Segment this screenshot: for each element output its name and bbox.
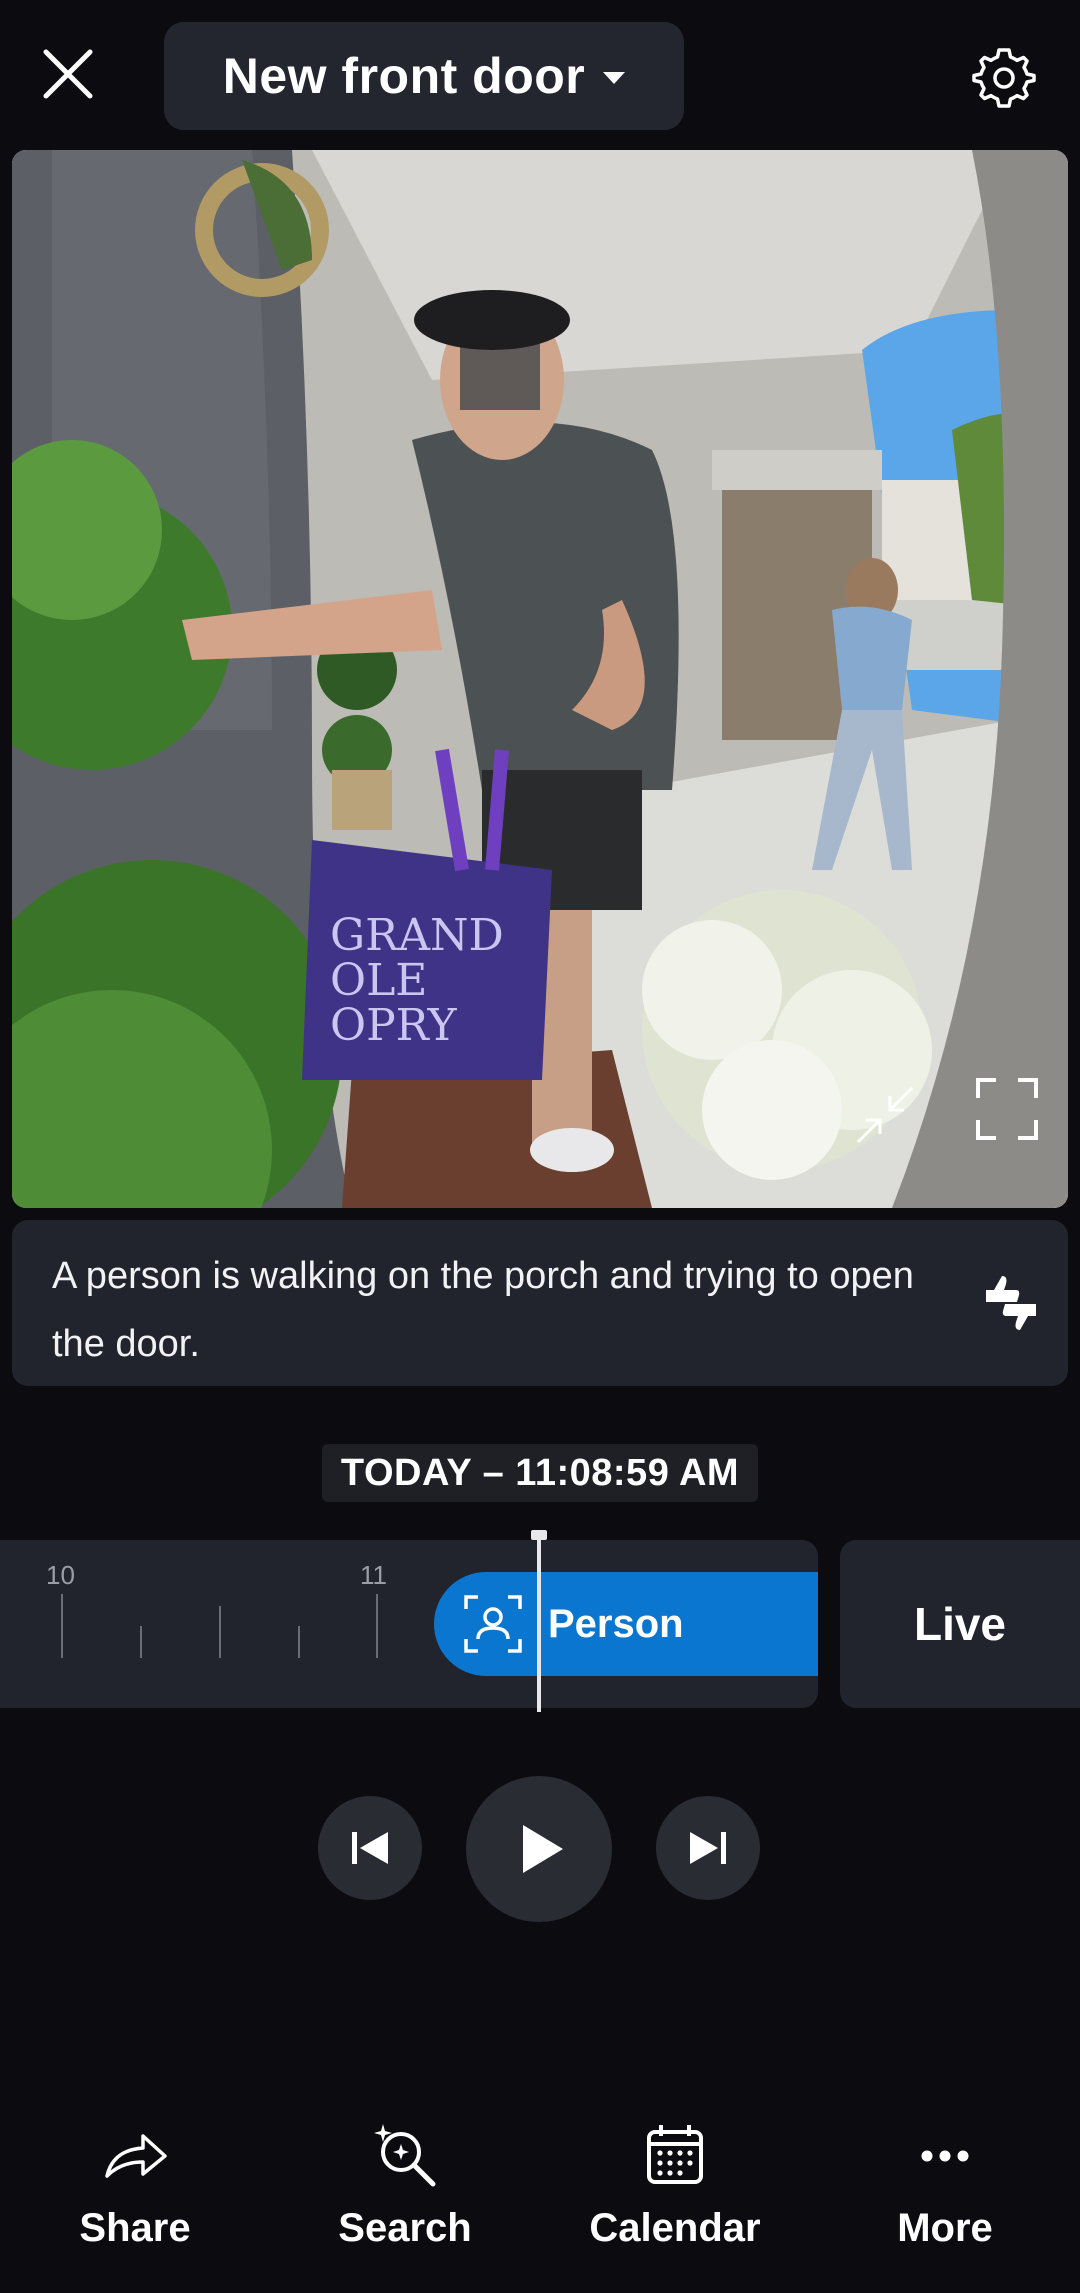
share-icon [105,2134,167,2178]
timestamp-label: TODAY – 11:08:59 AM [322,1444,758,1502]
skip-next-icon [690,1832,726,1864]
search-label: Search [338,2206,472,2250]
thumbs-feedback-icon [986,1276,1036,1330]
event-timeline[interactable]: 10 11 Person [0,1540,818,1708]
next-event-button[interactable] [656,1796,760,1900]
close-button[interactable] [36,42,100,106]
person-event-marker[interactable]: Person [434,1572,818,1676]
event-type-label: Person [548,1601,684,1646]
play-icon [523,1825,563,1873]
more-label: More [897,2206,993,2250]
top-bar: New front door [0,0,1080,150]
fullscreen-icon[interactable] [974,1076,1040,1142]
skip-previous-icon [352,1832,388,1864]
live-button[interactable]: Live [840,1540,1080,1708]
timeline-tick [219,1606,221,1658]
play-button[interactable] [466,1776,612,1922]
timeline-hour-label: 10 [46,1560,75,1590]
playhead[interactable] [537,1534,541,1712]
calendar-button[interactable]: Calendar [565,2120,785,2260]
previous-event-button[interactable] [318,1796,422,1900]
timeline-hour-label: 11 [360,1560,387,1590]
search-button[interactable]: Search [295,2120,515,2260]
share-label: Share [79,2206,191,2250]
more-icon [921,2150,969,2162]
share-button[interactable]: Share [25,2120,245,2260]
more-button[interactable]: More [835,2120,1055,2260]
bag-print-line-3: OPRY [330,1000,457,1051]
camera-snapshot: GRAND OLE OPRY [12,150,1068,1208]
feedback-button[interactable] [980,1272,1042,1334]
timeline-tick [376,1594,378,1658]
calendar-icon [647,2125,703,2184]
event-description-card: A person is walking on the porch and try… [12,1220,1068,1386]
chevron-down-icon [603,72,626,84]
collapse-icon[interactable] [852,1082,918,1148]
close-icon [43,49,93,99]
gear-icon [972,48,1036,108]
camera-title: New front door [222,48,586,104]
timeline-tick [298,1626,300,1658]
calendar-label: Calendar [589,2206,761,2250]
timeline-tick [140,1626,142,1658]
person-icon [464,1595,522,1653]
timeline-tick [61,1594,63,1658]
settings-button[interactable] [972,44,1036,108]
smart-search-icon [374,2124,436,2187]
bag-print-line-2: OLE [330,955,427,1006]
event-description: A person is walking on the porch and try… [52,1255,914,1365]
video-player[interactable]: GRAND OLE OPRY [12,150,1068,1208]
camera-selector[interactable]: New front door [164,22,684,130]
bag-print-line-1: GRAND [330,910,504,961]
